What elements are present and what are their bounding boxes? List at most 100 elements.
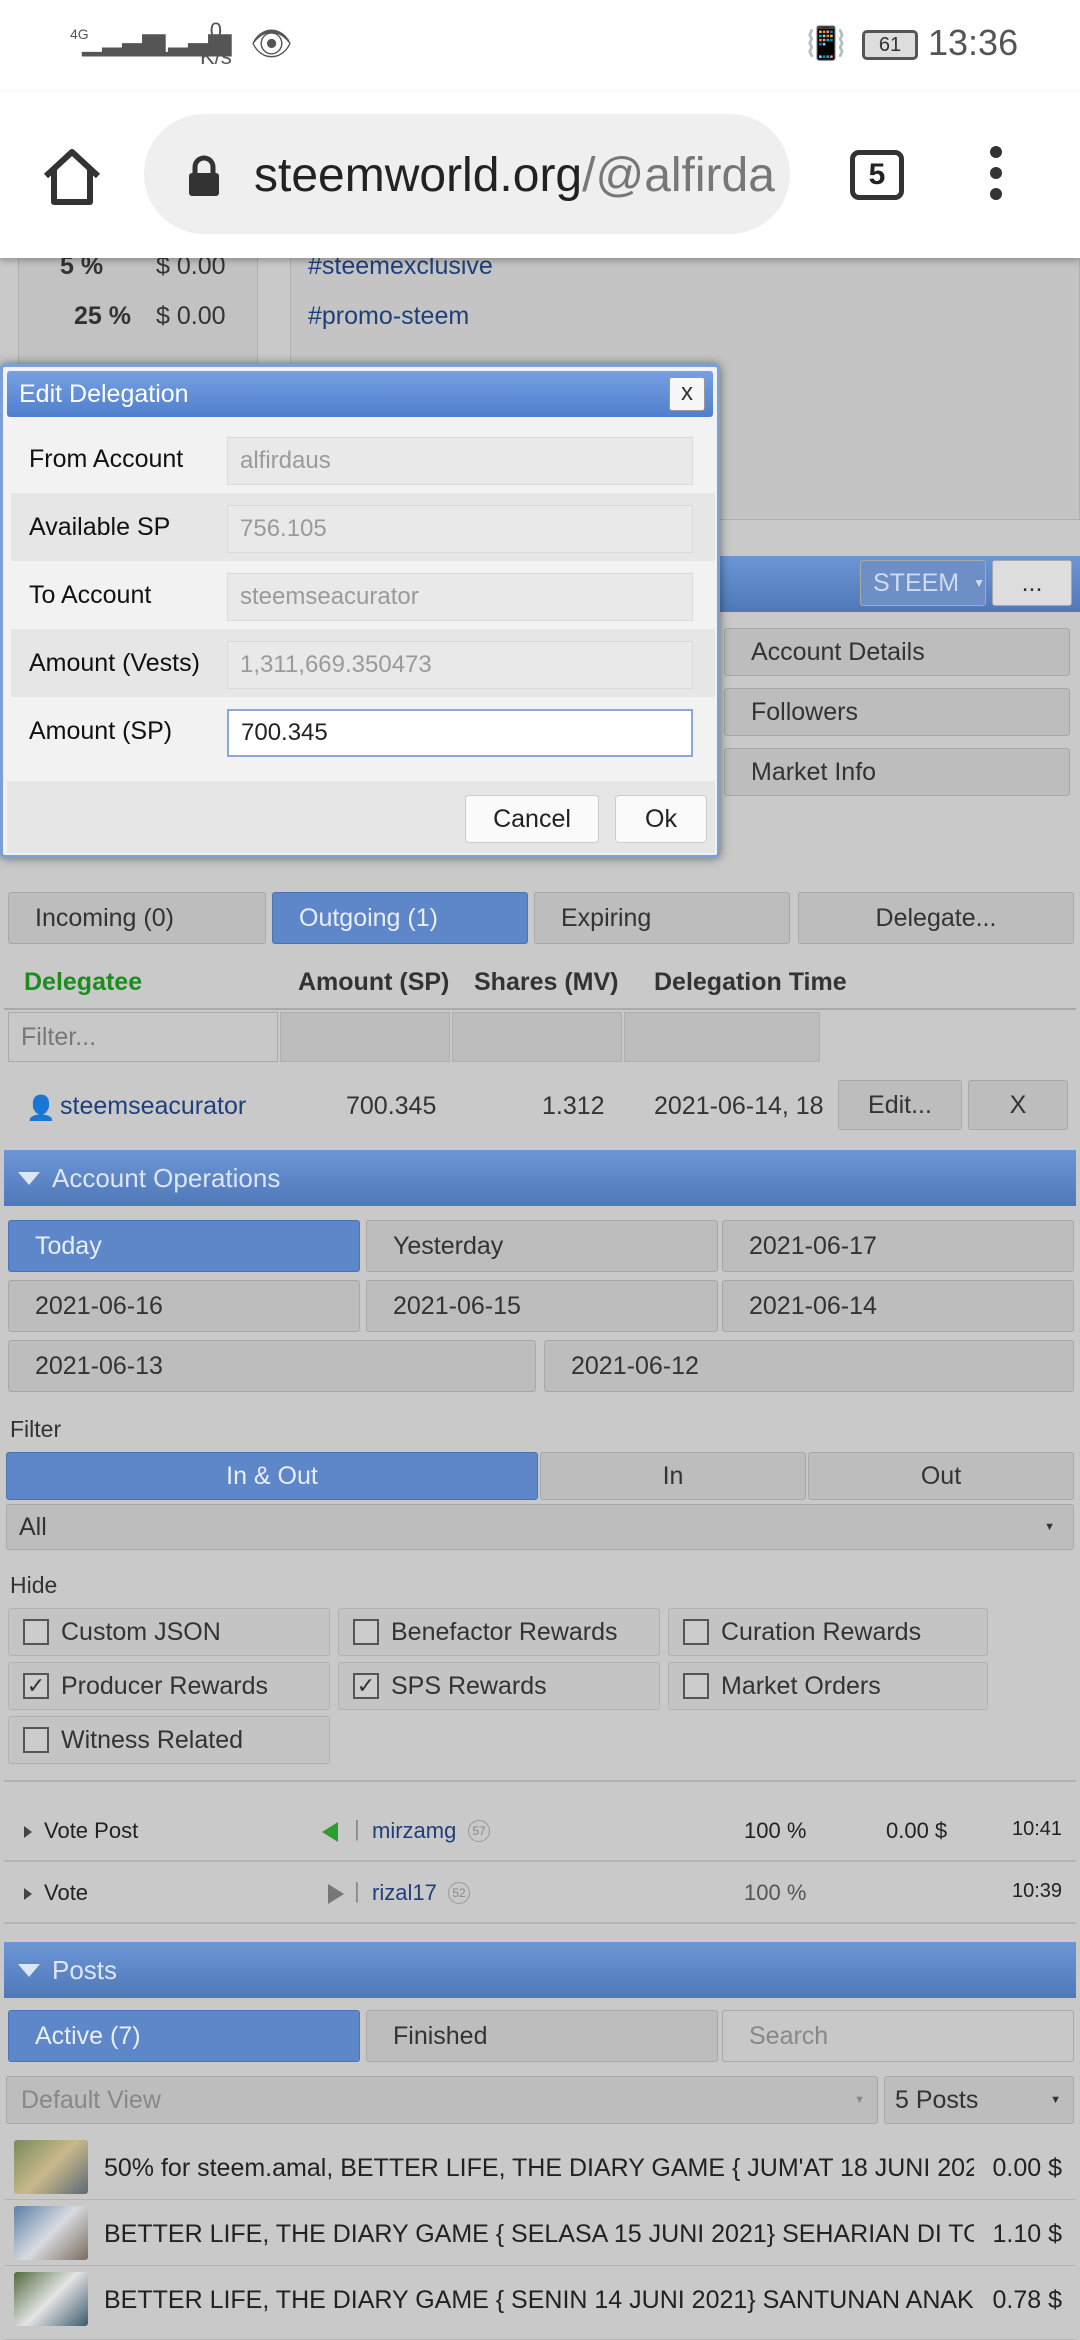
- column-header-time[interactable]: Delegation Time: [654, 968, 847, 997]
- date-button[interactable]: 2021-06-12: [544, 1340, 1074, 1392]
- filter-cell: [452, 1012, 622, 1062]
- tab-finished-posts[interactable]: Finished: [366, 2010, 718, 2062]
- ok-button[interactable]: Ok: [615, 795, 707, 843]
- delegate-button[interactable]: Delegate...: [798, 892, 1074, 944]
- checkbox-checked[interactable]: ✓: [23, 1673, 49, 1699]
- date-button[interactable]: 2021-06-17: [722, 1220, 1074, 1272]
- column-header-delegatee[interactable]: Delegatee: [24, 968, 142, 997]
- available-sp-field[interactable]: [227, 505, 693, 553]
- view-select[interactable]: Default View ▼: [6, 2076, 878, 2124]
- user-link[interactable]: mirzamg: [372, 1818, 456, 1844]
- account-operations-header[interactable]: Account Operations: [4, 1150, 1076, 1206]
- operation-row[interactable]: Vote | rizal17 52 100 % 10:39: [4, 1864, 1076, 1924]
- amount-vests-field[interactable]: [227, 641, 693, 689]
- operation-row[interactable]: Vote Post | mirzamg 57 100 % 0.00 $ 10:4…: [4, 1802, 1076, 1862]
- close-dialog-button[interactable]: x: [669, 377, 705, 411]
- status-bar: 4G ▁▂▃▅ ▁▂▃▅ 0 K/s 👁 📳 61 13:36: [0, 0, 1080, 92]
- filter-cell: [624, 1012, 820, 1062]
- tab-outgoing[interactable]: Outgoing (1): [272, 892, 528, 944]
- from-account-field[interactable]: [227, 437, 693, 485]
- post-title[interactable]: 50% for steem.amal, BETTER LIFE, THE DIA…: [104, 2154, 974, 2183]
- filter-in-out-button[interactable]: In & Out: [6, 1452, 538, 1500]
- option-label: Curation Rewards: [721, 1617, 922, 1646]
- currency-select[interactable]: STEEM ▼: [860, 560, 986, 606]
- hide-option-sps-rewards[interactable]: ✓ SPS Rewards: [338, 1662, 660, 1710]
- hide-option-producer-rewards[interactable]: ✓ Producer Rewards: [8, 1662, 330, 1710]
- operation-type: Vote Post: [44, 1818, 139, 1843]
- field-label: To Account: [29, 581, 152, 609]
- eye-icon: 👁: [250, 25, 294, 63]
- table-row: 👤 steemseacurator 700.345 1.312 2021-06-…: [4, 1072, 1076, 1142]
- amount-sp-input[interactable]: [227, 709, 693, 757]
- network-speed: 0 K/s: [200, 18, 232, 70]
- date-button[interactable]: 2021-06-15: [366, 1280, 718, 1332]
- dropdown-arrow-icon: ▼: [1050, 2094, 1061, 2106]
- filter-in-button[interactable]: In: [540, 1452, 806, 1500]
- posts-header[interactable]: Posts: [4, 1942, 1076, 1998]
- checkbox[interactable]: [23, 1619, 49, 1645]
- filter-cell: [280, 1012, 450, 1062]
- tab-incoming[interactable]: Incoming (0): [8, 892, 266, 944]
- tab-expiring[interactable]: Expiring: [534, 892, 790, 944]
- more-menu-icon[interactable]: [990, 146, 1002, 209]
- delegatee-link[interactable]: steemseacurator: [60, 1092, 246, 1121]
- post-payout: 0.00 $: [992, 2154, 1062, 2182]
- user-icon: 👤: [26, 1095, 56, 1122]
- option-label: Witness Related: [61, 1725, 244, 1754]
- market-info-link[interactable]: Market Info: [724, 748, 1070, 796]
- post-row[interactable]: BETTER LIFE, THE DIARY GAME { SELASA 15 …: [4, 2200, 1076, 2266]
- amount-vests-row: Amount (Vests): [11, 629, 715, 697]
- post-row[interactable]: 50% for steem.amal, BETTER LIFE, THE DIA…: [4, 2134, 1076, 2200]
- date-today-button[interactable]: Today: [8, 1220, 360, 1272]
- operation-time: 10:39: [1012, 1880, 1063, 1902]
- dialog-footer: Cancel Ok: [7, 781, 715, 853]
- select-value: 5 Posts: [895, 2085, 979, 2114]
- hide-option-benefactor-rewards[interactable]: Benefactor Rewards: [338, 1608, 660, 1656]
- hide-option-market-orders[interactable]: Market Orders: [668, 1662, 988, 1710]
- account-details-link[interactable]: Account Details: [724, 628, 1070, 676]
- date-button[interactable]: 2021-06-13: [8, 1340, 536, 1392]
- user-link[interactable]: rizal17: [372, 1880, 437, 1906]
- address-bar[interactable]: steemworld.org/@alfirda: [144, 114, 790, 234]
- date-button[interactable]: 2021-06-16: [8, 1280, 360, 1332]
- option-label: Custom JSON: [61, 1617, 221, 1646]
- checkbox[interactable]: [353, 1619, 379, 1645]
- separator: |: [354, 1878, 360, 1903]
- filter-out-button[interactable]: Out: [808, 1452, 1074, 1500]
- followers-link[interactable]: Followers: [724, 688, 1070, 736]
- available-sp-row: Available SP: [11, 493, 715, 561]
- post-row[interactable]: BETTER LIFE, THE DIARY GAME { SENIN 14 J…: [4, 2266, 1076, 2340]
- hide-option-witness-related[interactable]: Witness Related: [8, 1716, 330, 1764]
- remove-delegation-button[interactable]: X: [968, 1080, 1068, 1130]
- post-title[interactable]: BETTER LIFE, THE DIARY GAME { SENIN 14 J…: [104, 2286, 974, 2315]
- post-title[interactable]: BETTER LIFE, THE DIARY GAME { SELASA 15 …: [104, 2220, 974, 2249]
- column-header-shares[interactable]: Shares (MV): [474, 968, 618, 997]
- cancel-button[interactable]: Cancel: [465, 795, 599, 843]
- tab-active-posts[interactable]: Active (7): [8, 2010, 360, 2062]
- checkbox[interactable]: [683, 1673, 709, 1699]
- hide-option-curation-rewards[interactable]: Curation Rewards: [668, 1608, 988, 1656]
- date-button[interactable]: 2021-06-14: [722, 1280, 1074, 1332]
- collapse-icon: [18, 1172, 40, 1185]
- checkbox[interactable]: [683, 1619, 709, 1645]
- hide-option-custom-json[interactable]: Custom JSON: [8, 1608, 330, 1656]
- checkbox[interactable]: [23, 1727, 49, 1753]
- operation-type-select[interactable]: All ▼: [6, 1504, 1074, 1550]
- post-count-select[interactable]: 5 Posts ▼: [884, 2076, 1074, 2124]
- tab-switcher-button[interactable]: 5: [850, 150, 904, 200]
- select-value: Default View: [21, 2085, 161, 2114]
- section-title: Posts: [52, 1954, 118, 1985]
- option-label: Market Orders: [721, 1671, 881, 1700]
- to-account-field[interactable]: [227, 573, 693, 621]
- checkbox-checked[interactable]: ✓: [353, 1673, 379, 1699]
- posts-search-input[interactable]: Search: [722, 2010, 1074, 2062]
- home-icon[interactable]: [40, 144, 104, 208]
- column-header-amount[interactable]: Amount (SP): [298, 968, 449, 997]
- tag-link[interactable]: #promo-steem: [308, 302, 469, 331]
- dialog-title-bar: Edit Delegation x: [7, 371, 713, 417]
- more-options-button[interactable]: ...: [992, 560, 1072, 606]
- date-yesterday-button[interactable]: Yesterday: [366, 1220, 718, 1272]
- delegatee-filter-input[interactable]: Filter...: [8, 1012, 278, 1062]
- lock-icon: [189, 155, 219, 196]
- edit-delegation-button[interactable]: Edit...: [838, 1080, 962, 1130]
